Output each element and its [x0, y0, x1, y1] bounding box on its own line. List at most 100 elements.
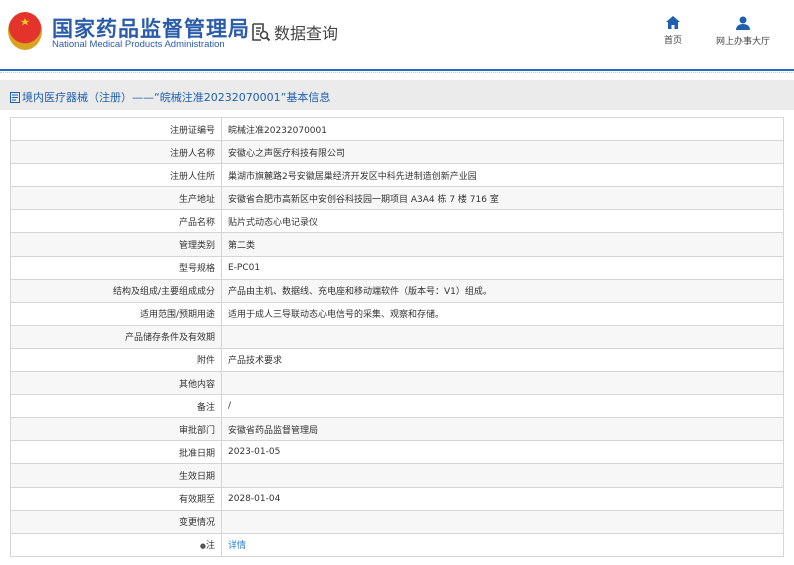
row-label: 产品储存条件及有效期	[10, 324, 222, 349]
row-label-text: 附件	[196, 356, 215, 367]
registration-info-table: 注册证编号 皖械注准20232070001 注册人名称 安徽心之声医疗科技有限公司 注册…	[10, 116, 784, 557]
row-label: 变更情况	[10, 509, 222, 534]
table-row: 附件 产品技术要求	[10, 347, 784, 373]
row-label-text: 其他内容	[178, 379, 215, 390]
row-value-text: /	[228, 401, 232, 412]
row-label: ●注	[10, 532, 222, 557]
row-label-text: 注册人名称	[169, 148, 215, 159]
table-row: 注册人住所 巢湖市旗麓路2号安徽居巢经济开发区中科先进制造创新产业园	[10, 163, 784, 188]
data-query-label: 数据查询	[274, 24, 339, 43]
row-label-text: 生产地址	[178, 194, 215, 205]
row-value: 2028-01-04	[221, 486, 784, 511]
table-row: 注册人名称 安徽心之声医疗科技有限公司	[10, 140, 784, 165]
row-label-text: 备注	[196, 402, 215, 413]
row-value-text: 产品技术要求	[228, 356, 283, 367]
breadcrumb-text: 境内医疗器械（注册）——“皖械注准20232070001”基本信息	[22, 91, 331, 104]
nav-home[interactable]: 首页	[664, 16, 682, 46]
table-row: 注册证编号 皖械注准20232070001	[10, 116, 784, 142]
row-value: 第二类	[221, 232, 784, 257]
row-label-text: 结构及组成/主要组成成分	[112, 287, 215, 298]
row-value-text: 皖械注准20232070001	[228, 125, 327, 136]
row-value: 产品由主机、数据线、充电座和移动端软件（版本号：V1）组成。	[221, 278, 784, 303]
row-value: 适用于成人三导联动态心电信号的采集、观察和存储。	[221, 301, 784, 326]
row-label-text: 适用范围/预期用途	[139, 310, 215, 321]
row-label-text: 管理类别	[178, 241, 215, 252]
row-value-text: 适用于成人三导联动态心电信号的采集、观察和存储。	[228, 310, 445, 321]
table-row: 审批部门 安徽省药品监督管理局	[10, 417, 784, 442]
row-value	[221, 463, 784, 488]
row-value-text: 巢湖市旗麓路2号安徽居巢经济开发区中科先进制造创新产业园	[228, 171, 477, 182]
row-value: E-PC01	[221, 255, 784, 280]
row-label: 附件	[10, 347, 222, 373]
breadcrumb-bar: 境内医疗器械（注册）——“皖械注准20232070001”基本信息	[0, 80, 794, 110]
site-header: 国家药品监督管理局 National Medical Products Admi…	[0, 0, 794, 70]
row-value: 安徽心之声医疗科技有限公司	[221, 140, 784, 165]
table-row: 变更情况	[10, 509, 784, 534]
row-label: 生效日期	[10, 463, 222, 488]
nav-online-service-label: 网上办事大厅	[716, 37, 771, 47]
row-value: 安徽省合肥市高新区中安创谷科技园一期项目 A3A4 栋 7 楼 716 室	[221, 186, 784, 211]
row-label: 管理类别	[10, 232, 222, 257]
row-label: 有效期至	[10, 486, 222, 511]
table-row: 产品储存条件及有效期	[10, 324, 784, 349]
table-row: 批准日期 2023-01-05	[10, 440, 784, 465]
row-value: 产品技术要求	[221, 347, 784, 373]
nav-home-label: 首页	[664, 36, 683, 46]
row-label-text: 审批部门	[178, 425, 215, 436]
table-row: 结构及组成/主要组成成分 产品由主机、数据线、充电座和移动端软件（版本号：V1）组…	[10, 278, 784, 303]
row-label-text: 变更情况	[178, 518, 215, 529]
document-icon	[10, 91, 20, 103]
row-value-text: E-PC01	[228, 262, 261, 273]
row-label-text: 有效期至	[178, 495, 215, 506]
table-row: 型号规格 E-PC01	[10, 255, 784, 280]
row-value: 2023-01-05	[221, 440, 784, 465]
site-title-english: National Medical Products Administration	[52, 39, 225, 50]
row-label: 其他内容	[10, 371, 222, 396]
table-row: ●注 详情	[10, 532, 784, 557]
row-label-text: 产品储存条件及有效期	[124, 333, 215, 344]
table-row: 生效日期	[10, 463, 784, 488]
nav-online-service-hall[interactable]: 网上办事大厅	[716, 16, 770, 47]
row-value: /	[221, 394, 784, 419]
header-divider	[0, 69, 794, 71]
row-label-text: 注册证编号	[169, 125, 215, 136]
home-icon	[666, 16, 680, 29]
national-emblem-logo	[8, 12, 42, 50]
row-value-text: 贴片式动态心电记录仪	[228, 217, 319, 228]
row-label: 注册人名称	[10, 140, 222, 165]
row-label: 批准日期	[10, 440, 222, 465]
row-label: 注册人住所	[10, 163, 222, 188]
row-value	[221, 509, 784, 534]
row-value: 安徽省药品监督管理局	[221, 417, 784, 442]
row-value-text: 第二类	[228, 241, 256, 252]
table-row: 适用范围/预期用途 适用于成人三导联动态心电信号的采集、观察和存储。	[10, 301, 784, 326]
row-value-text: 2028-01-04	[228, 493, 281, 504]
row-value	[221, 324, 784, 349]
row-value-text: 安徽省药品监督管理局	[228, 425, 319, 436]
row-value-text: 2023-01-05	[228, 447, 281, 458]
row-label: 型号规格	[10, 255, 222, 280]
row-label-text: 型号规格	[178, 264, 215, 275]
row-value-text: 产品由主机、数据线、充电座和移动端软件（版本号：V1）组成。	[228, 287, 492, 298]
row-label-text: 产品名称	[178, 217, 215, 228]
row-label: 适用范围/预期用途	[10, 301, 222, 326]
row-value-text: 安徽省合肥市高新区中安创谷科技园一期项目 A3A4 栋 7 楼 716 室	[228, 194, 499, 205]
table-row: 管理类别 第二类	[10, 232, 784, 257]
row-label: 备注	[10, 394, 222, 419]
table-row: 有效期至 2028-01-04	[10, 486, 784, 511]
row-label-text: 注	[205, 541, 215, 552]
row-label: 产品名称	[10, 209, 222, 234]
details-link[interactable]: 详情	[228, 541, 246, 551]
table-row: 产品名称 贴片式动态心电记录仪	[10, 209, 784, 234]
row-value-text: 安徽心之声医疗科技有限公司	[228, 148, 346, 159]
breadcrumb: 境内医疗器械（注册）——“皖械注准20232070001”基本信息	[10, 89, 330, 105]
user-icon	[736, 16, 750, 30]
row-label: 注册证编号	[10, 116, 222, 142]
row-value: 巢湖市旗麓路2号安徽居巢经济开发区中科先进制造创新产业园	[221, 163, 784, 188]
data-query-link[interactable]: 数据查询	[251, 20, 338, 44]
row-value	[221, 371, 784, 396]
row-label: 结构及组成/主要组成成分	[10, 278, 222, 303]
table-row: 备注 /	[10, 394, 784, 419]
document-search-icon	[252, 23, 271, 42]
header-dotted-divider	[0, 72, 794, 73]
